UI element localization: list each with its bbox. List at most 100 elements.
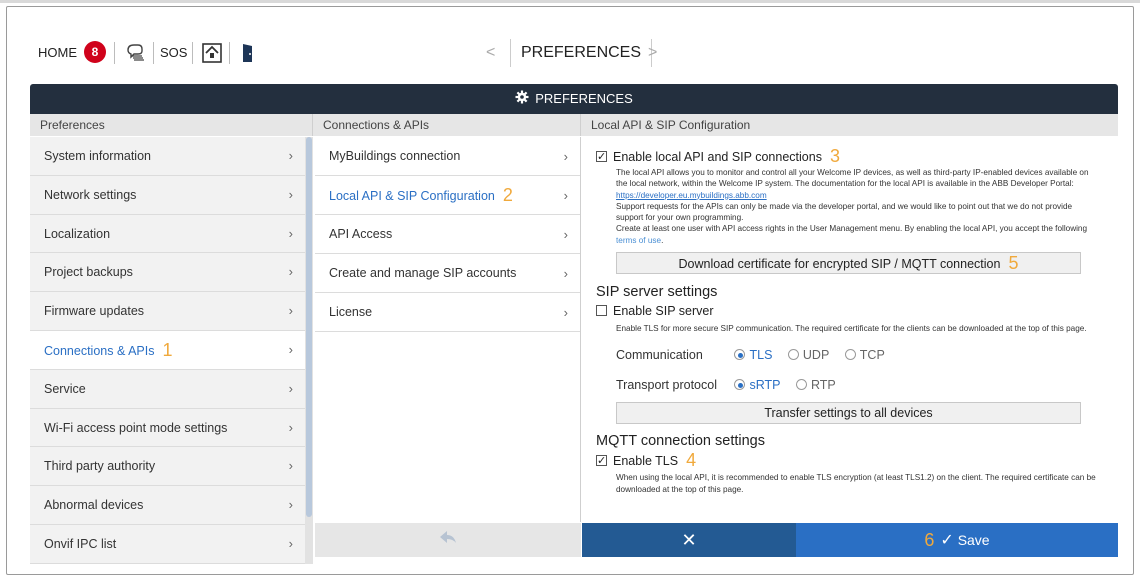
transport-row: Transport protocol sRTP RTP [596,374,1118,396]
sos-button[interactable]: SOS [160,39,187,67]
preferences-scrollbar[interactable] [305,137,313,564]
home-lock-icon[interactable] [200,41,224,65]
chevron-right-icon: › [288,497,293,513]
home-button[interactable]: HOME [30,39,85,67]
radio-dot [734,349,746,361]
top-navigation: HOME 8 SOS < PREFERENCES > [30,36,1118,70]
sidebar-item-abnormal-devices[interactable]: Abnormal devices › [30,486,305,525]
local-api-column-header: Local API & SIP Configuration [581,114,1118,136]
divider [153,42,154,64]
menu-item-license[interactable]: License › [315,293,580,332]
local-api-description: The local API allows you to monitor and … [616,168,1089,245]
gear-icon [515,85,529,115]
chevron-right-icon: › [288,419,293,435]
sidebar-item-connections-apis[interactable]: Connections & APIs 1 › [30,330,305,370]
enable-tls-checkbox[interactable] [596,452,607,470]
chevron-right-icon: › [288,380,293,396]
enable-sip-checkbox[interactable] [596,305,607,317]
step-marker: 4 [686,450,697,471]
radio-label: sRTP [749,378,781,393]
chevron-right-icon: › [563,149,568,164]
enable-sip-row[interactable]: Enable SIP server [596,302,1118,320]
enable-local-api-label: Enable local API and SIP connections [613,150,822,164]
terms-of-use-link[interactable]: terms of use [616,236,661,245]
step-marker: 1 [162,339,173,360]
sidebar-item-wifi-ap-mode[interactable]: Wi-Fi access point mode settings › [30,408,305,448]
sidebar-item-label: Service [44,381,86,396]
chevron-right-icon: › [288,341,293,357]
sidebar-item-network-settings[interactable]: Network settings › [30,175,305,215]
radio-udp[interactable]: UDP [787,344,830,366]
download-certificate-button[interactable]: Download certificate for encrypted SIP /… [616,252,1081,275]
sip-section-title: SIP server settings [596,284,718,301]
enable-tls-row[interactable]: Enable TLS 4 [596,450,1118,471]
checkmark-icon: ✓ [940,532,954,549]
menu-item-local-api-sip[interactable]: Local API & SIP Configuration 2 › [315,176,580,215]
mqtt-description: When using the local API, it is recommen… [616,473,1096,494]
notification-badge[interactable]: 8 [84,41,106,63]
sidebar-item-label: Firmware updates [44,304,145,319]
sidebar-item-localization[interactable]: Localization › [30,214,305,254]
chevron-right-icon: › [563,305,568,320]
radio-tcp[interactable]: TCP [844,344,885,366]
communication-row: Communication TLS UDP TCP [596,344,1118,366]
chevron-right-icon: › [563,188,568,203]
sidebar-item-label: Abnormal devices [44,498,144,513]
sip-description: Enable TLS for more secure SIP communica… [616,324,1087,334]
back-button[interactable] [315,523,581,557]
chevron-right-icon: › [288,148,293,163]
menu-item-sip-accounts[interactable]: Create and manage SIP accounts › [315,254,580,293]
radio-rtp[interactable]: RTP [796,374,836,396]
menu-item-api-access[interactable]: API Access › [315,215,580,254]
scrollbar-thumb[interactable] [306,137,312,517]
chevron-right-icon: › [563,266,568,281]
mqtt-section-title: MQTT connection settings [596,433,765,450]
chevron-right-icon: › [288,186,293,202]
radio-label: TLS [749,348,773,363]
radio-dot [787,349,799,361]
step-marker: 3 [829,146,840,166]
titlebar-label: PREFERENCES [535,91,633,106]
door-icon[interactable] [236,41,260,65]
menu-item-label: License [329,305,373,319]
sidebar-item-third-party-authority[interactable]: Third party authority › [30,447,305,487]
menu-item-mybuildings-connection[interactable]: MyBuildings connection › [315,137,580,176]
sidebar-item-onvif-ipc-list[interactable]: Onvif IPC list › [30,524,305,564]
sidebar-item-label: Localization [44,226,111,241]
sidebar-item-label: Onvif IPC list [44,536,117,551]
sidebar-item-project-backups[interactable]: Project backups › [30,253,305,293]
preferences-titlebar: PREFERENCES [30,84,1118,114]
radio-srtp[interactable]: sRTP [734,374,781,396]
connections-list: MyBuildings connection › Local API & SIP … [315,137,581,522]
menu-item-label: Create and manage SIP accounts [329,266,517,280]
save-button[interactable]: 6 ✓ Save [796,523,1118,557]
cancel-button[interactable]: ✕ [582,523,796,557]
sidebar-item-system-information[interactable]: System information › [30,137,305,176]
sidebar-item-label: Third party authority [44,459,156,474]
description-text: The local API allows you to monitor and … [616,168,1089,189]
enable-local-api-checkbox[interactable] [596,148,607,166]
next-page-arrow[interactable]: > [648,39,657,67]
sidebar-item-label: Wi-Fi access point mode settings [44,420,228,435]
sidebar-item-firmware-updates[interactable]: Firmware updates › [30,292,305,331]
radio-label: UDP [802,348,830,363]
transfer-settings-button[interactable]: Transfer settings to all devices [616,402,1081,425]
sidebar-item-label: Connections & APIs [44,343,155,358]
radio-tls[interactable]: TLS [734,344,772,366]
previous-page-arrow[interactable]: < [486,39,495,67]
close-icon: ✕ [681,530,697,550]
sidebar-item-service[interactable]: Service › [30,369,305,409]
enable-local-api-row[interactable]: Enable local API and SIP connections 3 [596,146,1118,166]
top-shadow [0,0,1140,3]
divider [229,42,230,64]
radio-dot [734,379,746,391]
developer-portal-link[interactable]: https://developer.eu.mybuildings.abb.com [616,191,767,200]
chevron-right-icon: › [563,227,568,242]
intercom-icon[interactable] [124,41,148,65]
step-marker: 2 [502,185,513,205]
description-text: Create at least one user with API access… [616,224,1088,234]
transport-label: Transport protocol [616,378,717,393]
chevron-right-icon: › [288,225,293,241]
description-text: Support requests for the APIs can only b… [616,201,1073,223]
sidebar-item-label: Network settings [44,187,137,202]
